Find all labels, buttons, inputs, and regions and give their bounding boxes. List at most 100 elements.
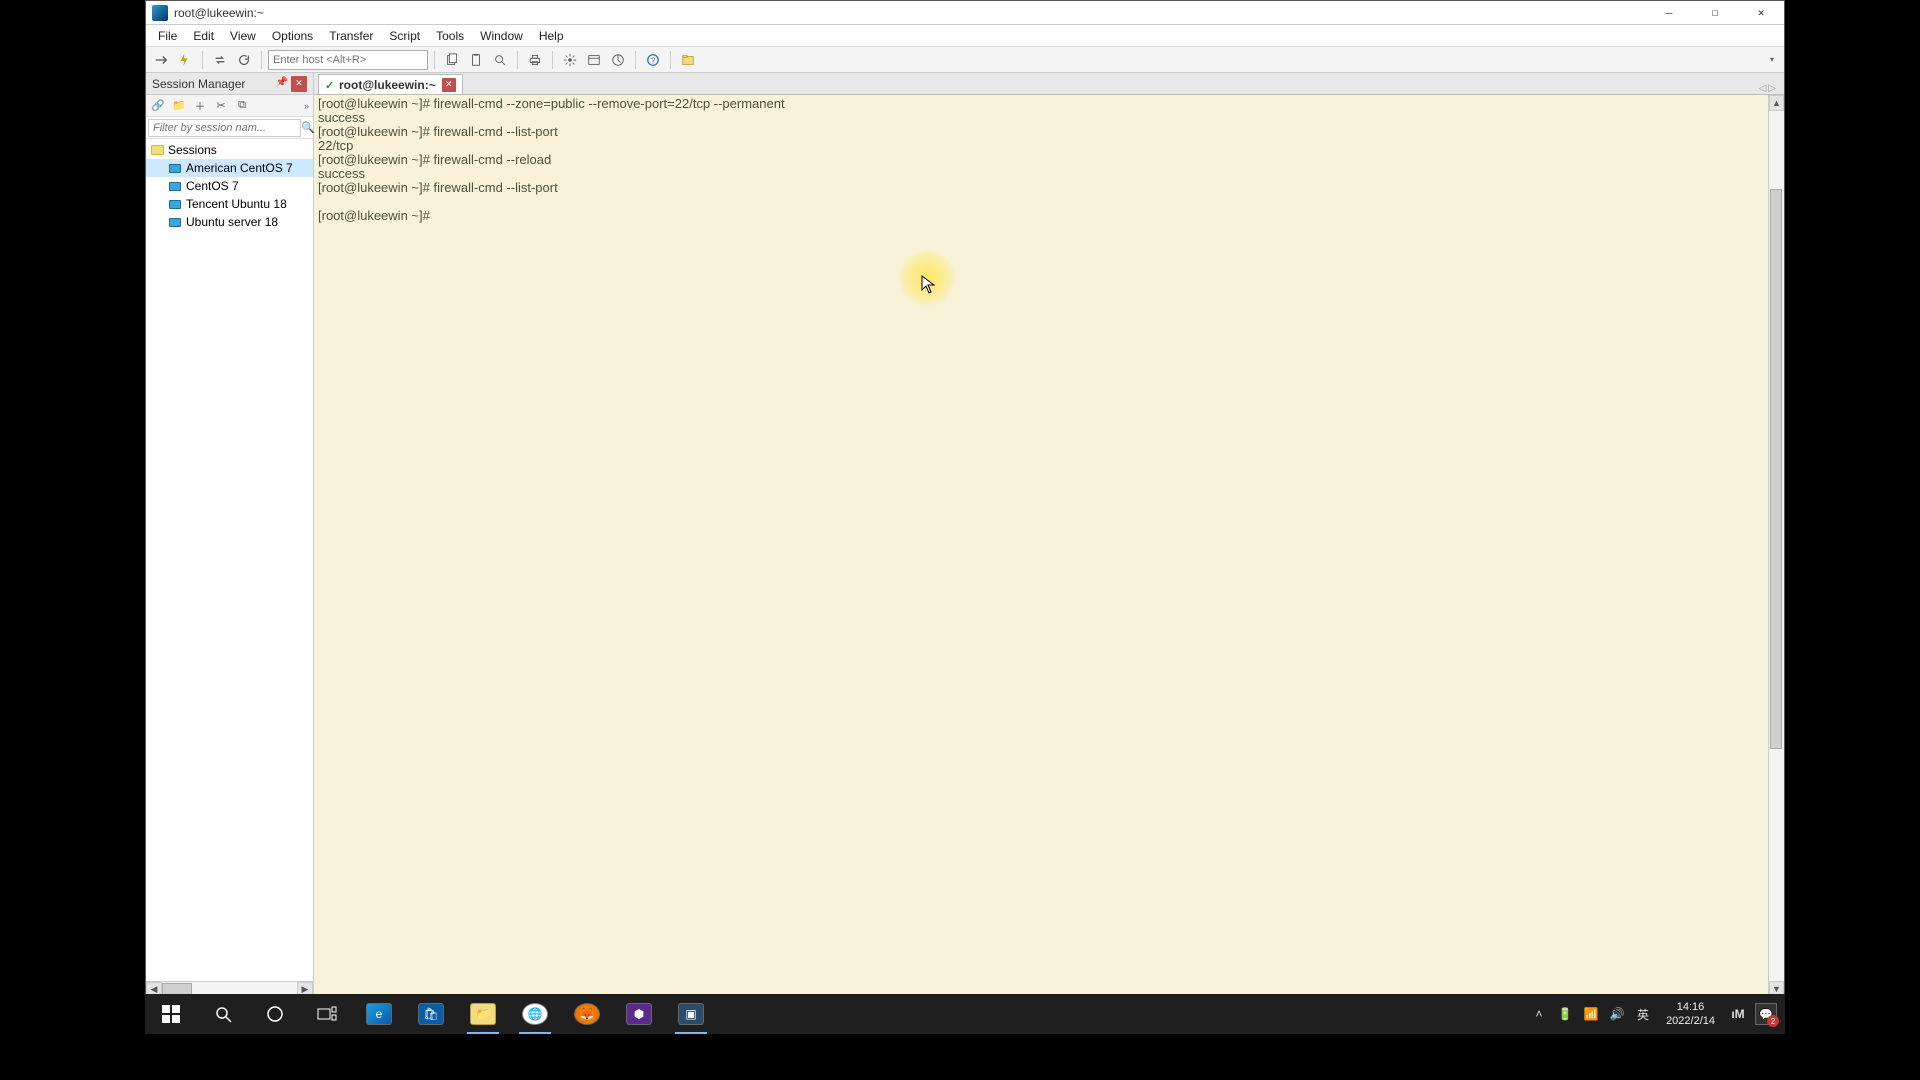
- clock-date: 2022/2/14: [1666, 1014, 1715, 1028]
- session-icon: [168, 161, 182, 175]
- pin-icon[interactable]: 📌: [275, 77, 289, 91]
- toolbar-separator: [517, 51, 518, 69]
- session-label: CentOS 7: [186, 179, 239, 193]
- folder-icon: [150, 143, 164, 157]
- tab-bar: root@lukeewin:~ ✕ ◁ ▷: [314, 73, 1784, 95]
- notification-icon[interactable]: 💬2: [1755, 1003, 1777, 1025]
- maximize-button[interactable]: ☐: [1692, 1, 1738, 25]
- window-title: root@lukeewin:~: [174, 6, 1646, 20]
- tray-chevron-icon[interactable]: ˄: [1530, 1005, 1548, 1023]
- scroll-track[interactable]: [1769, 111, 1784, 981]
- menu-edit[interactable]: Edit: [185, 27, 222, 45]
- menubar: File Edit View Options Transfer Script T…: [146, 25, 1784, 47]
- taskbar-app-chrome[interactable]: 🌐: [509, 994, 561, 1034]
- quick-connect-icon[interactable]: [174, 49, 196, 71]
- menu-script[interactable]: Script: [381, 27, 428, 45]
- session-item[interactable]: CentOS 7: [146, 177, 313, 195]
- scroll-up-icon[interactable]: ▲: [1769, 95, 1784, 111]
- reconnect-icon[interactable]: [209, 49, 231, 71]
- terminal-view[interactable]: [root@lukeewin ~]# firewall-cmd --zone=p…: [314, 95, 1768, 997]
- minimize-button[interactable]: —: [1646, 1, 1692, 25]
- tab-nav: ◁ ▷: [1759, 83, 1780, 94]
- filter-input[interactable]: [148, 119, 301, 137]
- ime-lang[interactable]: 英: [1634, 1005, 1652, 1023]
- paste-icon[interactable]: [465, 49, 487, 71]
- sessions-folder[interactable]: Sessions: [146, 141, 313, 159]
- close-button[interactable]: ✕: [1738, 1, 1784, 25]
- task-view-button[interactable]: [301, 994, 353, 1034]
- search-icon[interactable]: 🔍: [301, 119, 315, 137]
- session-tree[interactable]: Sessions American CentOS 7 CentOS 7 Tenc…: [146, 139, 313, 981]
- scroll-thumb[interactable]: [1770, 189, 1782, 749]
- menu-tools[interactable]: Tools: [428, 27, 472, 45]
- session-label: Tencent Ubuntu 18: [186, 197, 287, 211]
- session-icon: [168, 215, 182, 229]
- menu-file[interactable]: File: [150, 27, 185, 45]
- session-item[interactable]: Tencent Ubuntu 18: [146, 195, 313, 213]
- connect-icon[interactable]: [150, 49, 172, 71]
- svg-text:?: ?: [651, 56, 656, 65]
- settings-icon[interactable]: [559, 49, 581, 71]
- menu-help[interactable]: Help: [531, 27, 572, 45]
- search-button[interactable]: [197, 994, 249, 1034]
- session-manager-panel: Session Manager 📌 ✕ 🔗 📁 ＋ ✂ ⧉ » 🔍 Sessio…: [146, 73, 314, 997]
- tab-close-icon[interactable]: ✕: [442, 78, 456, 92]
- mouse-cursor-icon: [921, 275, 935, 295]
- new-folder-icon[interactable]: 📁: [169, 97, 189, 115]
- tab-prev-icon[interactable]: ◁: [1759, 83, 1767, 94]
- menu-window[interactable]: Window: [472, 27, 531, 45]
- volume-icon[interactable]: 🔊: [1608, 1005, 1626, 1023]
- taskbar-app-firefox[interactable]: 🦊: [561, 994, 613, 1034]
- menu-options[interactable]: Options: [264, 27, 321, 45]
- session-item[interactable]: American CentOS 7: [146, 159, 313, 177]
- tab-next-icon[interactable]: ▷: [1768, 83, 1776, 94]
- clock-time: 14:16: [1666, 1000, 1715, 1014]
- add-icon[interactable]: ＋: [190, 97, 210, 115]
- menu-transfer[interactable]: Transfer: [321, 27, 381, 45]
- battery-icon[interactable]: 🔋: [1556, 1005, 1574, 1023]
- clock[interactable]: 14:16 2022/2/14: [1666, 1000, 1715, 1028]
- taskbar-right: ˄ 🔋 📶 🔊 英 14:16 2022/2/14 ıM 💬2: [1530, 994, 1785, 1034]
- wifi-icon[interactable]: 📶: [1582, 1005, 1600, 1023]
- find-icon[interactable]: [489, 49, 511, 71]
- toolbar-overflow-icon[interactable]: ▾: [1770, 55, 1774, 64]
- terminal-column: root@lukeewin:~ ✕ ◁ ▷ [root@lukeewin ~]#…: [314, 73, 1784, 997]
- terminal-wrap: [root@lukeewin ~]# firewall-cmd --zone=p…: [314, 95, 1784, 997]
- toolbar: ? ▾: [146, 47, 1784, 73]
- taskbar-app-terminal[interactable]: ▣: [665, 994, 717, 1034]
- toolbar-separator: [434, 51, 435, 69]
- print-icon[interactable]: [524, 49, 546, 71]
- keymap-icon[interactable]: [607, 49, 629, 71]
- cut-icon[interactable]: ✂: [211, 97, 231, 115]
- titlebar: root@lukeewin:~ — ☐ ✕: [146, 1, 1784, 25]
- taskbar-app-edge[interactable]: e: [353, 994, 405, 1034]
- session-item[interactable]: Ubuntu server 18: [146, 213, 313, 231]
- terminal-vscroll[interactable]: ▲ ▼: [1768, 95, 1784, 997]
- filter-row: 🔍: [146, 117, 313, 139]
- session-manager-close-icon[interactable]: ✕: [291, 76, 307, 92]
- cortana-button[interactable]: [249, 994, 301, 1034]
- toolbar-separator: [670, 51, 671, 69]
- tray-app-icon[interactable]: ıM: [1729, 1005, 1747, 1023]
- copy-icon[interactable]: [441, 49, 463, 71]
- session-toolbar-overflow-icon[interactable]: »: [302, 101, 311, 111]
- taskbar-app-explorer[interactable]: 📁: [457, 994, 509, 1034]
- sftp-icon[interactable]: [677, 49, 699, 71]
- toolbar-separator: [261, 51, 262, 69]
- taskbar-app-store[interactable]: 🛍: [405, 994, 457, 1034]
- notification-badge: 2: [1767, 1015, 1779, 1027]
- menu-view[interactable]: View: [222, 27, 264, 45]
- link-icon[interactable]: 🔗: [148, 97, 168, 115]
- session-manager-title: Session Manager: [152, 77, 275, 91]
- host-input[interactable]: [268, 50, 428, 70]
- disconnect-icon[interactable]: [233, 49, 255, 71]
- session-options-icon[interactable]: [583, 49, 605, 71]
- help-icon[interactable]: ?: [642, 49, 664, 71]
- terminal-tab[interactable]: root@lukeewin:~ ✕: [318, 74, 463, 94]
- duplicate-icon[interactable]: ⧉: [232, 97, 252, 115]
- start-button[interactable]: [145, 994, 197, 1034]
- taskbar-app-ide[interactable]: ⬢: [613, 994, 665, 1034]
- tab-status-connected-icon: [325, 81, 333, 89]
- tab-label: root@lukeewin:~: [339, 78, 436, 92]
- session-icon: [168, 197, 182, 211]
